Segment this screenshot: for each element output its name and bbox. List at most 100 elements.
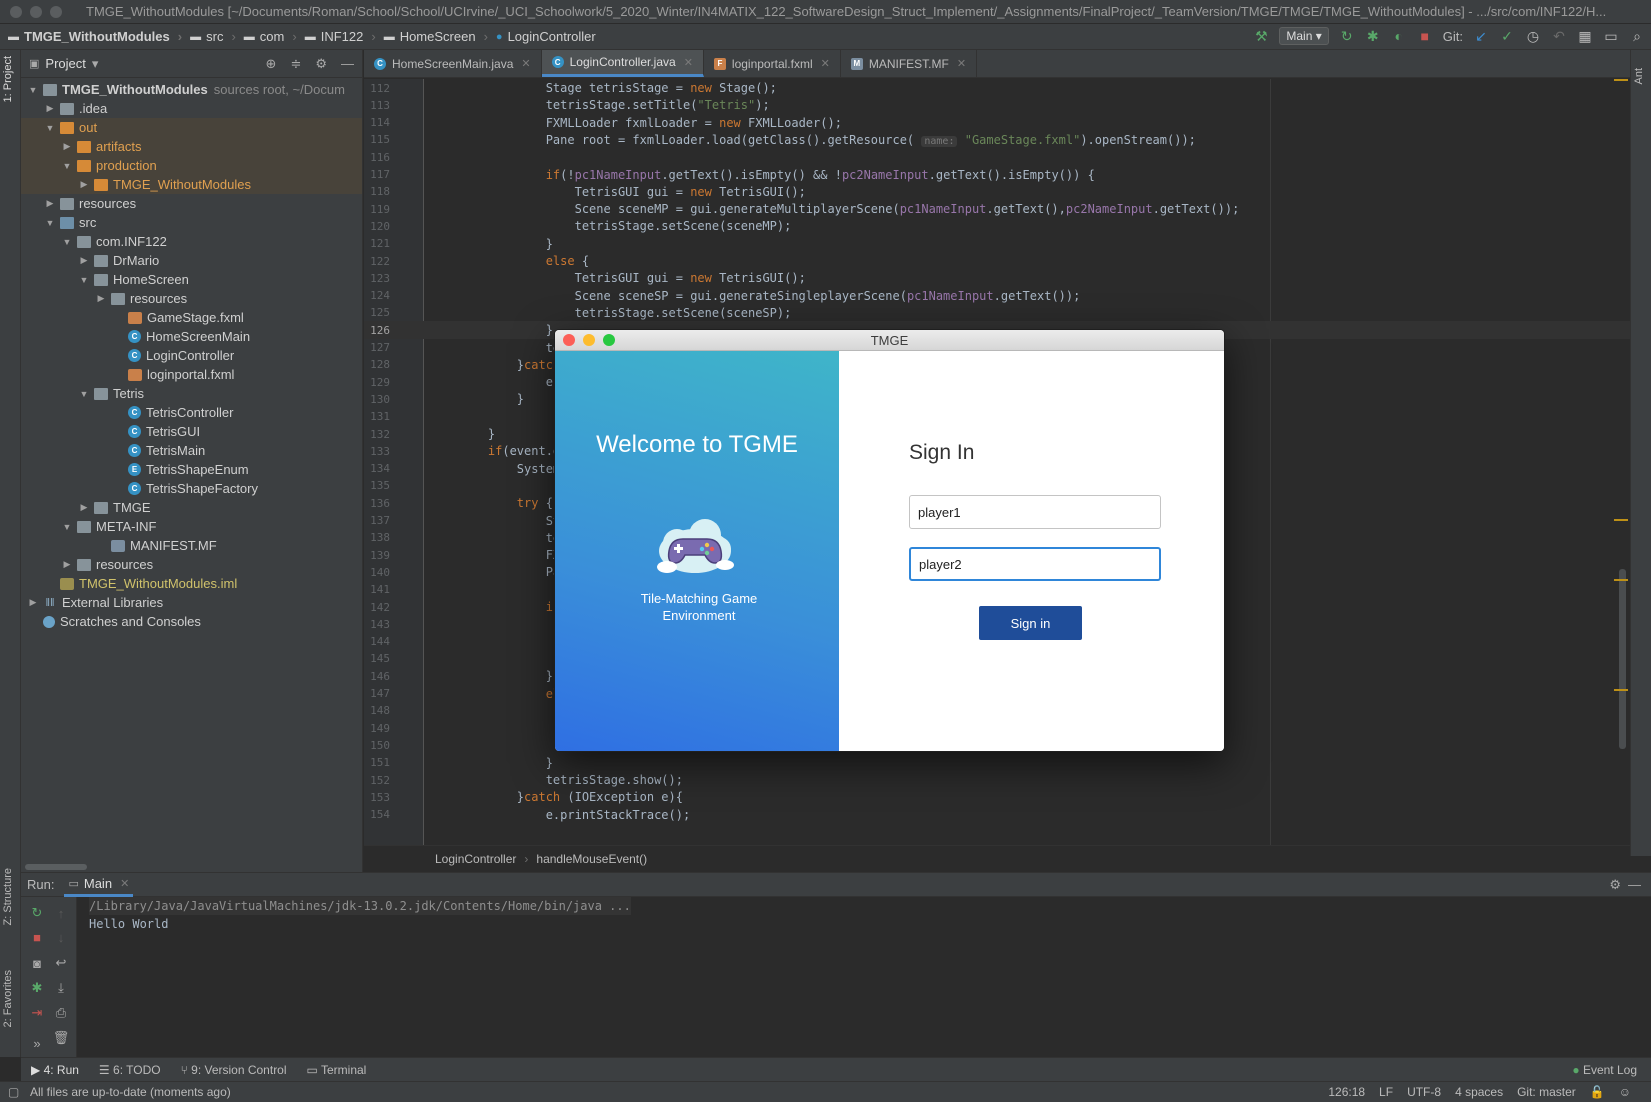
rerun-icon[interactable]: ↻: [27, 903, 47, 923]
exit-icon[interactable]: ⇥: [27, 1003, 47, 1023]
tree-item[interactable]: MANIFEST.MF: [21, 536, 362, 555]
git-commit-icon[interactable]: ✓: [1499, 28, 1515, 45]
locate-icon[interactable]: ⊕: [266, 56, 277, 72]
collapsed-arrow-icon[interactable]: ▶: [61, 141, 73, 152]
editor-tab[interactable]: Floginportal.fxml ✕: [704, 50, 841, 77]
tree-item[interactable]: C HomeScreenMain: [21, 327, 362, 346]
minimize-window-button[interactable]: [30, 5, 42, 18]
collapse-all-icon[interactable]: ≑: [290, 56, 301, 72]
collapsed-arrow-icon[interactable]: ▶: [44, 103, 56, 114]
editor-tab[interactable]: M MANIFEST.MF ✕: [841, 50, 978, 77]
line-separator[interactable]: LF: [1379, 1085, 1393, 1099]
expanded-arrow-icon[interactable]: ▼: [44, 218, 56, 228]
expanded-arrow-icon[interactable]: ▼: [27, 85, 39, 95]
expanded-arrow-icon[interactable]: ▼: [78, 275, 90, 285]
breadcrumb-src[interactable]: ▬ src ›: [190, 29, 236, 44]
chevron-down-icon[interactable]: ▾: [92, 56, 99, 72]
trash-icon[interactable]: 🗑: [51, 1028, 71, 1048]
structure-tool-button[interactable]: Z: Structure: [2, 868, 14, 925]
tree-item[interactable]: C TetrisShapeFactory: [21, 479, 362, 498]
breadcrumb-com[interactable]: ▬ com ›: [244, 29, 297, 44]
collapsed-arrow-icon[interactable]: ▶: [27, 597, 39, 608]
git-branch[interactable]: Git: master: [1517, 1085, 1576, 1099]
close-tab-icon[interactable]: ✕: [957, 57, 966, 70]
expanded-arrow-icon[interactable]: ▼: [61, 522, 73, 532]
code-line[interactable]: 125 tetrisStage.setScene(sceneSP);: [364, 304, 1630, 322]
collapsed-arrow-icon[interactable]: ▶: [44, 198, 56, 209]
tree-item[interactable]: C TetrisGUI: [21, 422, 362, 441]
stop-icon[interactable]: ■: [27, 927, 47, 947]
indent-setting[interactable]: 4 spaces: [1455, 1085, 1503, 1099]
tree-item[interactable]: ▶ TMGE_WithoutModules: [21, 175, 362, 194]
code-line[interactable]: 122 else {: [364, 252, 1630, 270]
code-line[interactable]: 116: [364, 148, 1630, 166]
expanded-arrow-icon[interactable]: ▼: [61, 237, 73, 247]
file-encoding[interactable]: UTF-8: [1407, 1085, 1441, 1099]
collapsed-arrow-icon[interactable]: ▶: [78, 179, 90, 190]
favorites-tool-button[interactable]: 2: Favorites: [2, 970, 14, 1027]
code-line[interactable]: 113 tetrisStage.setTitle("Tetris");: [364, 96, 1630, 114]
collapsed-arrow-icon[interactable]: ▶: [61, 559, 73, 570]
run-tab-main[interactable]: ▭ Main ✕: [64, 872, 134, 897]
git-history-icon[interactable]: ◷: [1525, 28, 1541, 45]
code-line[interactable]: 120 tetrisStage.setScene(sceneMP);: [364, 217, 1630, 235]
player2-name-input[interactable]: [909, 547, 1161, 581]
version-control-tool-button[interactable]: ⑂ 9: Version Control: [181, 1063, 287, 1077]
print-icon[interactable]: ⎙: [51, 1003, 71, 1023]
code-line[interactable]: 123 TetrisGUI gui = new TetrisGUI();: [364, 269, 1630, 287]
tree-item[interactable]: ▼ HomeScreen: [21, 270, 362, 289]
tree-item[interactable]: ▼ META-INF: [21, 517, 362, 536]
code-line[interactable]: 117 if(!pc1NameInput.getText().isEmpty()…: [364, 166, 1630, 184]
close-tab-icon[interactable]: ✕: [821, 57, 830, 70]
editor-tab[interactable]: C HomeScreenMain.java ✕: [364, 50, 542, 77]
tree-item[interactable]: ▶ ǁǁ External Libraries: [21, 593, 362, 612]
breadcrumb-inf122[interactable]: ▬ INF122 ›: [305, 29, 376, 44]
tree-item[interactable]: ▼ com.INF122: [21, 232, 362, 251]
debug-bug-icon[interactable]: ✱: [1365, 28, 1381, 45]
gear-icon[interactable]: ⚙: [1609, 877, 1621, 893]
code-line[interactable]: 114 FXMLLoader fxmlLoader = new FXMLLoad…: [364, 114, 1630, 132]
project-tool-button[interactable]: 1: Project: [2, 56, 14, 102]
breadcrumb-project[interactable]: ▬ TMGE_WithoutModules ›: [8, 29, 182, 44]
code-line[interactable]: 153 }catch (IOException e){: [364, 788, 1630, 806]
code-line[interactable]: 124 Scene sceneSP = gui.generateSinglepl…: [364, 287, 1630, 305]
run-configuration-select[interactable]: Main ▾: [1279, 27, 1329, 45]
expanded-arrow-icon[interactable]: ▼: [44, 123, 56, 133]
tree-item[interactable]: TMGE_WithoutModules.iml: [21, 574, 362, 593]
inspector-icon[interactable]: ☺: [1619, 1085, 1631, 1099]
close-icon[interactable]: ✕: [120, 877, 129, 890]
close-tab-icon[interactable]: ✕: [684, 56, 693, 69]
tree-item[interactable]: Scratches and Consoles: [21, 612, 362, 631]
hide-panel-icon[interactable]: —: [1628, 877, 1641, 892]
collapsed-arrow-icon[interactable]: ▶: [78, 255, 90, 266]
caret-position[interactable]: 126:18: [1328, 1085, 1365, 1099]
breadcrumb-class[interactable]: LoginController: [435, 852, 516, 866]
debug-bug-icon[interactable]: ✱: [27, 978, 47, 998]
code-line[interactable]: 154 e.printStackTrace();: [364, 806, 1630, 824]
console-output[interactable]: /Library/Java/JavaVirtualMachines/jdk-13…: [89, 897, 631, 933]
code-line[interactable]: 152 tetrisStage.show();: [364, 771, 1630, 789]
soft-wrap-icon[interactable]: ↩: [51, 953, 71, 973]
tree-item[interactable]: C LoginController: [21, 346, 362, 365]
expanded-arrow-icon[interactable]: ▼: [78, 389, 90, 399]
close-tab-icon[interactable]: ✕: [521, 57, 530, 70]
collapsed-arrow-icon[interactable]: ▶: [95, 293, 107, 304]
scroll-to-end-icon[interactable]: ⤓: [51, 978, 71, 998]
hide-panel-icon[interactable]: —: [341, 56, 354, 72]
lock-icon[interactable]: 🔓: [1590, 1085, 1605, 1099]
code-line[interactable]: 115 Pane root = fxmlLoader.load(getClass…: [364, 131, 1630, 149]
tree-item[interactable]: ▼ TMGE_WithoutModules sources root, ~/Docu…: [21, 80, 362, 99]
tree-item[interactable]: ▶ TMGE: [21, 498, 362, 517]
breadcrumb-method[interactable]: handleMouseEvent(): [536, 852, 647, 866]
gear-icon[interactable]: ⚙: [315, 56, 327, 72]
code-line[interactable]: 112 Stage tetrisStage = new Stage();: [364, 79, 1630, 97]
tree-item[interactable]: ▶ resources: [21, 289, 362, 308]
tree-item[interactable]: ▼ src: [21, 213, 362, 232]
code-line[interactable]: 121 }: [364, 235, 1630, 253]
tree-item[interactable]: ▶ resources: [21, 194, 362, 213]
coverage-icon[interactable]: ◐: [1391, 28, 1407, 44]
editor-tab[interactable]: C LoginController.java ✕: [541, 50, 704, 77]
tree-item[interactable]: C TetrisMain: [21, 441, 362, 460]
git-rollback-icon[interactable]: ↶: [1551, 28, 1567, 45]
toggle-tool-windows-icon[interactable]: ▢: [8, 1085, 19, 1099]
